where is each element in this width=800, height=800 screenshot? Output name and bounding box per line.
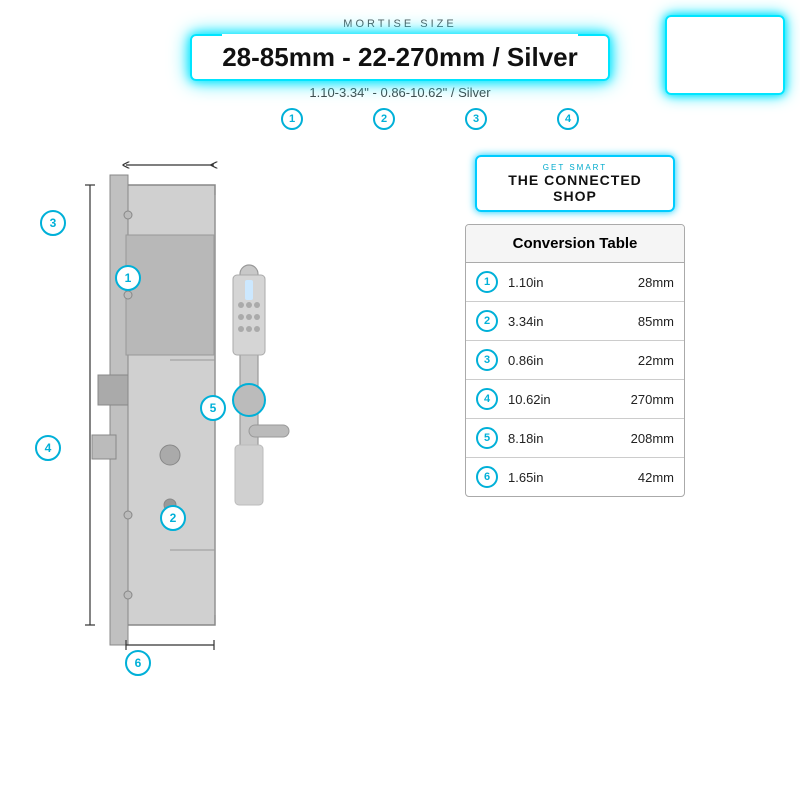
diagram-circle-2: 2 bbox=[160, 505, 186, 531]
row-mm: 22mm bbox=[624, 353, 674, 368]
main-content: 3 1 5 4 2 6 GET SMART THE CONNECTED SHOP… bbox=[0, 135, 800, 715]
sub-size: 1.10-3.34" - 0.86-10.62" / Silver bbox=[20, 85, 780, 100]
row-inches: 1.65in bbox=[508, 470, 614, 485]
ruler-num-2: 2 bbox=[373, 108, 395, 130]
row-inches: 3.34in bbox=[508, 314, 614, 329]
table-row: 4 10.62in 270mm bbox=[466, 380, 684, 419]
row-inches: 8.18in bbox=[508, 431, 614, 446]
ruler-num-3: 3 bbox=[465, 108, 487, 130]
diagram-circle-4: 4 bbox=[35, 435, 61, 461]
brand-box: GET SMART THE CONNECTED SHOP bbox=[475, 155, 675, 212]
get-smart-label: GET SMART bbox=[493, 163, 657, 172]
ruler-num-1: 1 bbox=[281, 108, 303, 130]
row-mm: 42mm bbox=[624, 470, 674, 485]
row-circle: 4 bbox=[476, 388, 498, 410]
row-circle: 3 bbox=[476, 349, 498, 371]
row-mm: 85mm bbox=[624, 314, 674, 329]
row-mm: 208mm bbox=[624, 431, 674, 446]
ruler-row: 1 2 3 4 bbox=[20, 108, 780, 130]
neon-box: 28-85mm - 22-270mm / Silver bbox=[190, 34, 610, 81]
table-row: 2 3.34in 85mm bbox=[466, 302, 684, 341]
diagram-circle-1: 1 bbox=[115, 265, 141, 291]
handle-svg bbox=[215, 255, 295, 555]
right-panel: GET SMART THE CONNECTED SHOP Conversion … bbox=[370, 145, 780, 705]
ruler-num-4: 4 bbox=[557, 108, 579, 130]
table-row: 3 0.86in 22mm bbox=[466, 341, 684, 380]
mortise-label: MORTISE SIZE bbox=[20, 18, 780, 30]
table-row: 1 1.10in 28mm bbox=[466, 263, 684, 302]
row-circle: 2 bbox=[476, 310, 498, 332]
table-body: 1 1.10in 28mm 2 3.34in 85mm 3 0.86in 22mm 4 10.62i… bbox=[466, 263, 684, 496]
table-row: 5 8.18in 208mm bbox=[466, 419, 684, 458]
header-section: MORTISE SIZE 28-85mm - 22-270mm / Silver… bbox=[0, 0, 800, 135]
table-header: Conversion Table bbox=[466, 225, 684, 263]
row-mm: 270mm bbox=[624, 392, 674, 407]
row-circle: 6 bbox=[476, 466, 498, 488]
row-inches: 1.10in bbox=[508, 275, 614, 290]
diagram-circle-5: 5 bbox=[200, 395, 226, 421]
main-size: 28-85mm - 22-270mm / Silver bbox=[222, 42, 578, 73]
lock-diagram: 3 1 5 4 2 6 bbox=[30, 145, 360, 705]
table-row: 6 1.65in 42mm bbox=[466, 458, 684, 496]
brand-name: THE CONNECTED SHOP bbox=[493, 172, 657, 204]
conversion-table: Conversion Table 1 1.10in 28mm 2 3.34in 85mm 3… bbox=[465, 224, 685, 497]
row-inches: 10.62in bbox=[508, 392, 614, 407]
row-inches: 0.86in bbox=[508, 353, 614, 368]
diagram-circle-3: 3 bbox=[40, 210, 66, 236]
diagram-circle-6: 6 bbox=[125, 650, 151, 676]
row-circle: 1 bbox=[476, 271, 498, 293]
row-mm: 28mm bbox=[624, 275, 674, 290]
row-circle: 5 bbox=[476, 427, 498, 449]
